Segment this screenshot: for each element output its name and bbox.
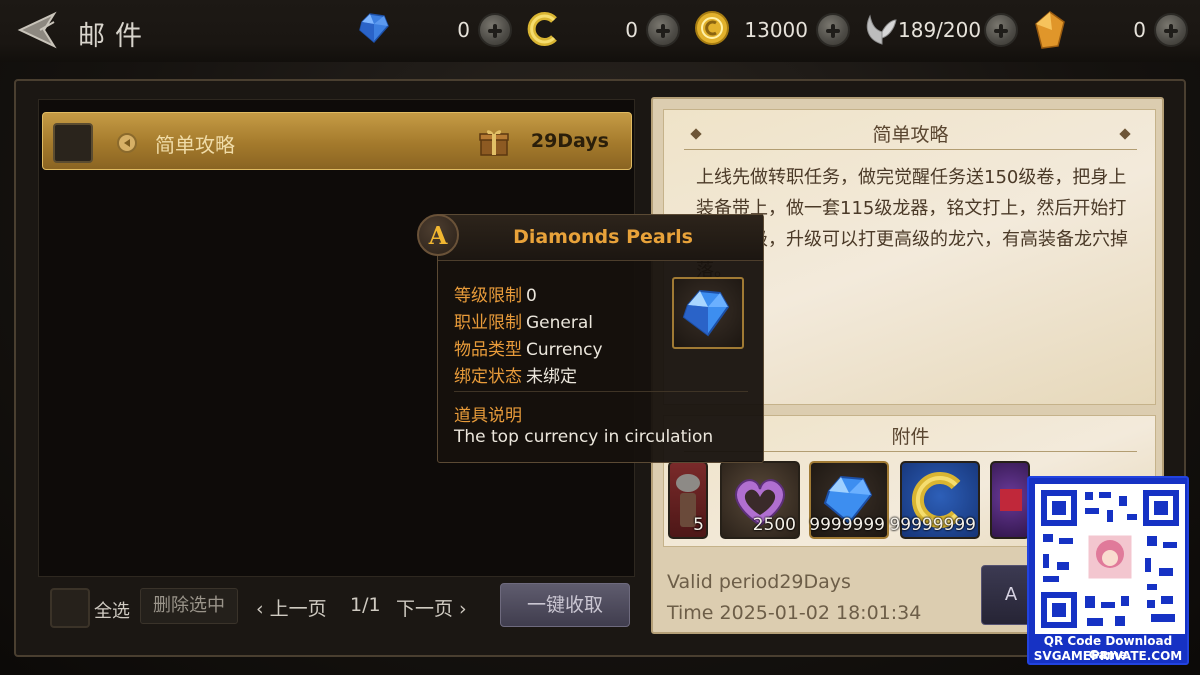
valid-period: Valid period29Days xyxy=(667,571,851,593)
tooltip-level-row: 等级限制 0 xyxy=(454,281,537,306)
grade-letter: A xyxy=(428,221,448,250)
ornament-icon xyxy=(690,128,702,140)
resource-gold: 13000 xyxy=(694,10,854,50)
top-bar: 邮件 0 0 13000 189/200 0 xyxy=(0,0,1200,62)
mail-detail-title: 简单攻略 xyxy=(684,120,1137,150)
c-coin-icon xyxy=(524,10,564,50)
diamond-icon xyxy=(682,289,730,337)
diamond-icon xyxy=(356,10,396,50)
add-stamina-button[interactable] xyxy=(984,13,1018,47)
mail-list-item[interactable]: 简单攻略 29Days xyxy=(42,112,632,170)
tooltip-desc-label: 道具说明 xyxy=(454,406,522,426)
tooltip-item-name: Diamonds Pearls xyxy=(513,226,693,248)
attachment-count: 99999999 xyxy=(889,515,976,535)
tooltip-type-row: 物品类型 Currency xyxy=(454,335,603,360)
add-diamond-button[interactable] xyxy=(478,13,512,47)
gift-icon xyxy=(479,128,509,156)
next-page-button[interactable]: 下一页 › xyxy=(396,594,467,621)
wing-icon xyxy=(862,10,902,50)
gold-count: 13000 xyxy=(744,18,808,42)
attachment-slot[interactable]: 99999999 xyxy=(889,461,980,539)
crystal-count: 0 xyxy=(1133,18,1146,42)
stamina-count: 189/200 xyxy=(898,18,982,42)
mail-time: Time 2025-01-02 18:01:34 xyxy=(667,602,922,624)
prev-page-button[interactable]: ‹ 上一页 xyxy=(256,594,327,621)
crystal-icon xyxy=(1032,10,1072,50)
tooltip-label: 物品类型 xyxy=(454,340,522,360)
attachment-slot[interactable]: 9999999 xyxy=(809,461,889,539)
tooltip-label: 绑定状态 xyxy=(454,367,522,387)
tooltip-divider xyxy=(454,391,748,392)
mail-item-title: 简单攻略 xyxy=(155,133,235,157)
resource-c-coin: 0 xyxy=(524,10,684,50)
resource-diamond: 0 xyxy=(356,10,516,50)
tooltip-class-row: 职业限制 General xyxy=(454,308,593,333)
tooltip-value: 未绑定 xyxy=(526,367,577,387)
item-tooltip: Diamonds Pearls 等级限制 0 职业限制 General 物品类型 Cu… xyxy=(437,214,764,463)
page-title: 邮件 xyxy=(78,21,152,52)
add-gold-button[interactable] xyxy=(816,13,850,47)
gold-coin-icon xyxy=(694,10,734,50)
attachment-count: 5 xyxy=(693,515,704,535)
tooltip-header: Diamonds Pearls xyxy=(438,215,763,261)
page-indicator: 1/1 xyxy=(350,594,381,616)
mail-list-toolbar: 全选 删除选中 ‹ 上一页 1/1 下一页 › 一键收取 xyxy=(38,580,635,638)
resource-stamina: 189/200 xyxy=(862,10,1022,50)
tooltip-desc: The top currency in circulation xyxy=(454,427,714,447)
c-coin-count: 0 xyxy=(625,18,638,42)
select-all-checkbox[interactable] xyxy=(50,588,90,628)
back-arrow-icon[interactable] xyxy=(14,10,58,50)
next-page-label: 下一页 xyxy=(396,598,454,620)
mail-checkbox[interactable] xyxy=(53,123,93,163)
select-all-label: 全选 xyxy=(94,601,130,622)
attachment-slot[interactable] xyxy=(990,461,1030,539)
tooltip-value: 0 xyxy=(526,286,537,306)
mail-status-icon xyxy=(117,133,137,153)
ornament-icon xyxy=(1119,128,1131,140)
attachment-slot[interactable]: 5 xyxy=(668,461,708,539)
tooltip-item-image xyxy=(672,277,744,349)
item-icon xyxy=(1000,489,1022,511)
prev-page-label: 上一页 xyxy=(269,598,327,620)
tooltip-bind-row: 绑定状态 未绑定 xyxy=(454,362,577,387)
tooltip-value: Currency xyxy=(526,340,603,360)
attachment-slot[interactable]: 2500 xyxy=(720,461,800,539)
attachment-count: 2500 xyxy=(752,515,796,535)
attachment-count: 9999999 xyxy=(809,515,885,535)
delete-selected-button[interactable]: 删除选中 xyxy=(140,588,238,624)
qr-code-icon xyxy=(1035,484,1185,634)
qr-url: SVGAMEPRIVATE.COM xyxy=(1033,649,1183,663)
collect-all-button[interactable]: 一键收取 xyxy=(500,583,630,627)
grade-badge-icon: A xyxy=(417,214,459,256)
add-crystal-button[interactable] xyxy=(1154,13,1188,47)
tooltip-value: General xyxy=(526,313,593,333)
qr-watermark: QR Code Download Game SVGAMEPRIVATE.COM xyxy=(1027,476,1189,665)
add-c-coin-button[interactable] xyxy=(646,13,680,47)
resource-crystal: 0 xyxy=(1032,10,1192,50)
mail-expire-days: 29Days xyxy=(530,130,609,152)
diamond-count: 0 xyxy=(457,18,470,42)
tooltip-label: 职业限制 xyxy=(454,313,522,333)
tooltip-label: 等级限制 xyxy=(454,286,522,306)
